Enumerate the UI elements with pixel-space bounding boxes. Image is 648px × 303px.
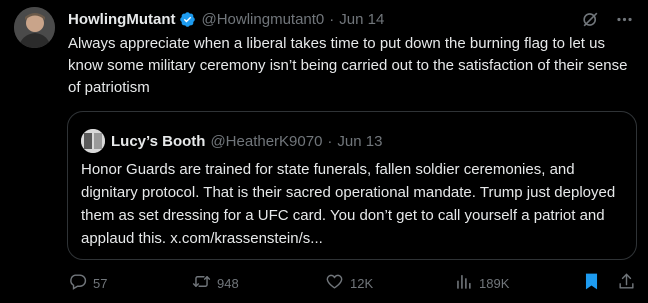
quote-text: Honor Guards are trained for state funer… [81,161,616,247]
tweet-text: Always appreciate when a liberal takes t… [68,35,628,96]
views-button[interactable]: 189K [454,272,509,294]
tweet[interactable]: HowlingMutant @Howlingmutant0 · Jun 14 A… [0,0,648,303]
author-avatar[interactable] [14,7,55,48]
repost-icon [192,272,211,294]
tweet-header: HowlingMutant @Howlingmutant0 · Jun 14 [68,9,634,29]
views-count: 189K [479,275,510,291]
quote-display-name: Lucy’s Booth [111,132,206,150]
verified-badge-icon [179,11,196,28]
views-icon [454,272,473,294]
author-handle[interactable]: @Howlingmutant0 [201,11,324,28]
grok-icon[interactable] [580,9,600,29]
like-count: 12K [350,275,374,291]
share-button[interactable] [617,272,636,294]
bookmark-icon [582,272,601,294]
quote-separator: · [327,132,333,150]
bookmark-button[interactable] [582,272,601,294]
quote-date: Jun 13 [337,132,383,150]
quote-header: Lucy’s Booth @HeatherK9070 · Jun 13 [81,129,382,153]
reply-icon [68,272,87,294]
more-icon[interactable] [614,9,634,29]
reply-count: 57 [93,275,108,291]
author-display-name[interactable]: HowlingMutant [68,11,175,28]
quote-handle: @HeatherK9070 [210,132,323,150]
reply-button[interactable]: 57 [68,272,107,294]
quote-avatar [81,129,105,153]
like-icon [325,272,344,294]
header-actions [580,9,634,29]
quoted-tweet[interactable]: Lucy’s Booth @HeatherK9070 · Jun 13 Hono… [67,111,637,260]
repost-button[interactable]: 948 [192,272,239,294]
action-bar: 57 948 12K 189K [68,272,634,294]
header-separator: · [329,10,335,28]
like-button[interactable]: 12K [325,272,373,294]
repost-count: 948 [217,275,239,291]
share-icon [617,272,636,294]
post-date[interactable]: Jun 14 [339,11,384,28]
